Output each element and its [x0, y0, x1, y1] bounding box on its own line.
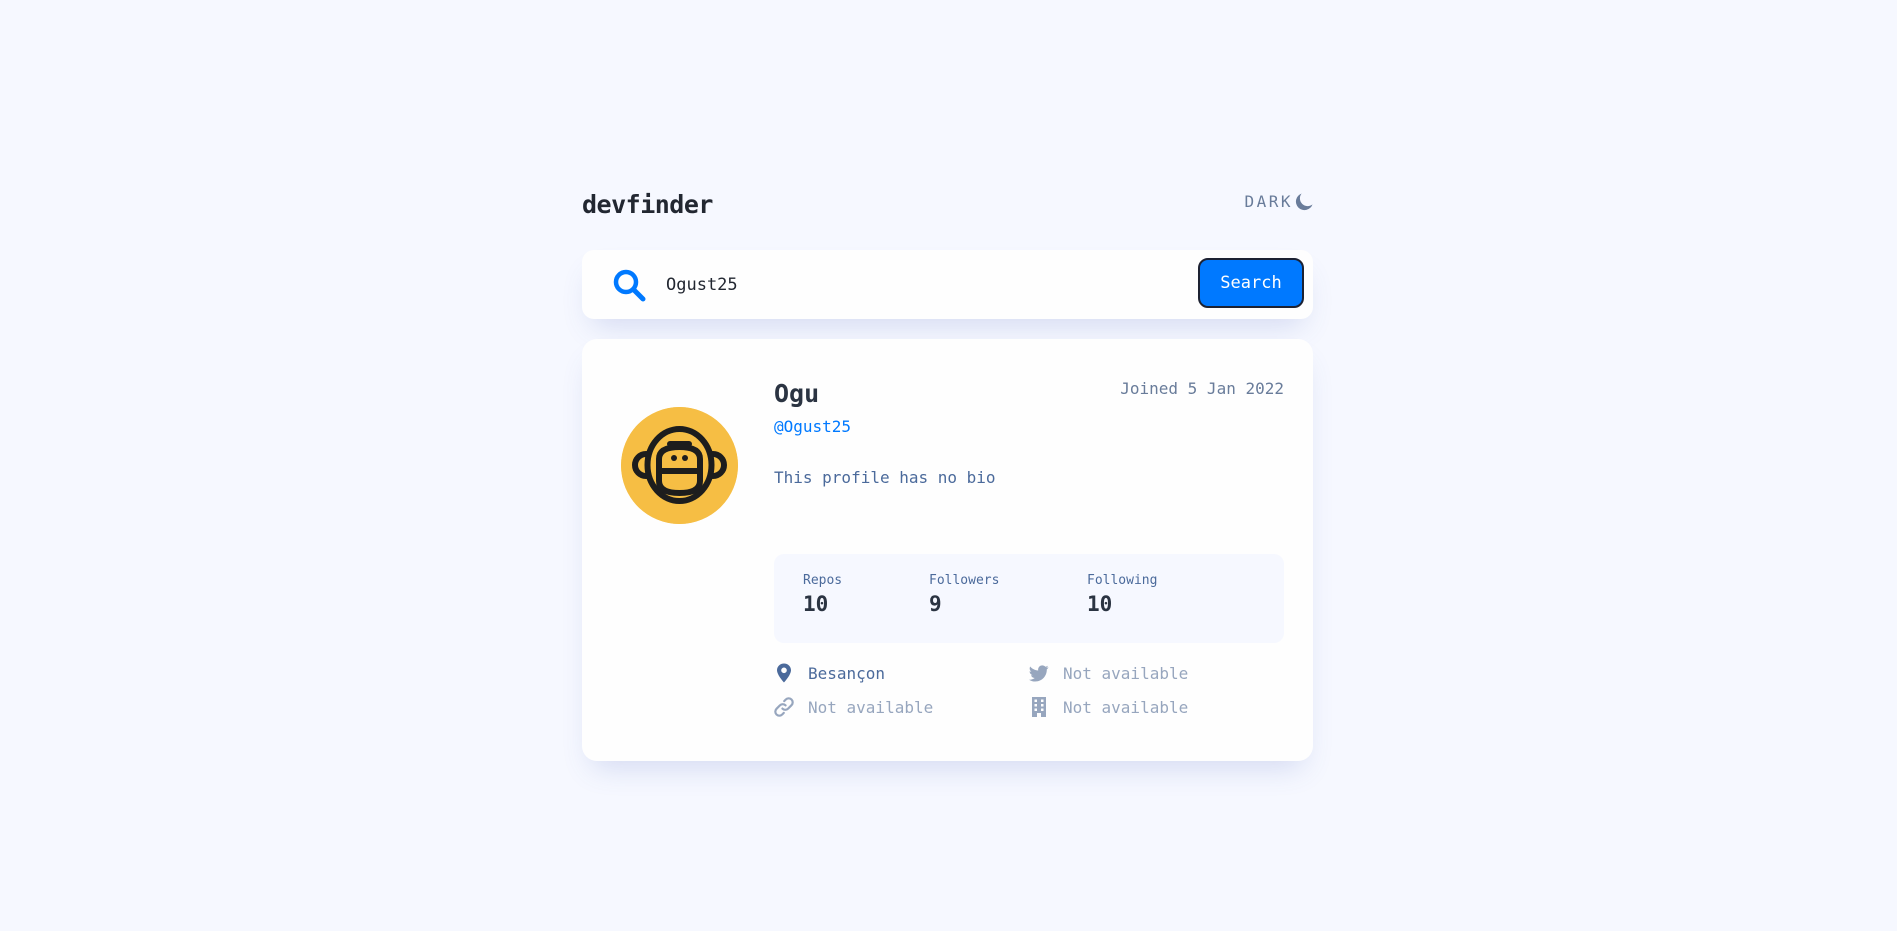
search-icon — [611, 267, 647, 303]
avatar — [621, 407, 738, 524]
stat-followers-value: 9 — [929, 592, 942, 616]
profile-card: Ogu Joined 5 Jan 2022 @Ogust25 This prof… — [582, 339, 1313, 761]
theme-toggle-button[interactable]: DARK — [1244, 192, 1313, 211]
twitter-icon — [1029, 663, 1049, 683]
stat-following: Following 10 — [1087, 573, 1157, 616]
theme-toggle-label: DARK — [1244, 192, 1293, 211]
search-button[interactable]: Search — [1198, 258, 1304, 308]
stat-following-value: 10 — [1087, 592, 1113, 616]
stat-repos: Repos 10 — [803, 573, 842, 616]
header: devfinder DARK — [582, 180, 1313, 226]
website-text[interactable]: Not available — [808, 698, 933, 717]
monkey-avatar-icon — [621, 407, 738, 524]
link-icon — [774, 697, 794, 717]
search-bar: Search — [582, 250, 1313, 319]
website-row: Not available — [774, 697, 933, 717]
profile-name: Ogu — [774, 379, 820, 408]
profile-login-link[interactable]: @Ogust25 — [774, 417, 851, 436]
stat-repos-label: Repos — [803, 573, 843, 588]
location-text: Besançon — [808, 663, 886, 683]
app-title: devfinder — [582, 190, 713, 219]
location-pin-icon — [774, 663, 794, 683]
search-input[interactable] — [666, 268, 1166, 302]
devfinder-app: devfinder DARK Search — [582, 180, 1313, 761]
stat-repos-value: 10 — [803, 592, 829, 616]
stat-followers: Followers 9 — [929, 573, 999, 616]
location-row: Besançon — [774, 663, 885, 683]
company-text: Not available — [1063, 697, 1189, 717]
twitter-text: Not available — [1063, 663, 1189, 683]
stat-followers-label: Followers — [929, 573, 1000, 588]
profile-bio: This profile has no bio — [774, 468, 996, 487]
stat-following-label: Following — [1087, 573, 1158, 588]
moon-icon — [1295, 192, 1313, 211]
stats-panel: Repos 10 Followers 9 Following 10 — [774, 554, 1284, 643]
joined-date: Joined 5 Jan 2022 — [1120, 379, 1284, 398]
building-icon — [1029, 697, 1049, 717]
twitter-row: Not available — [1029, 663, 1188, 683]
company-row: Not available — [1029, 697, 1188, 717]
